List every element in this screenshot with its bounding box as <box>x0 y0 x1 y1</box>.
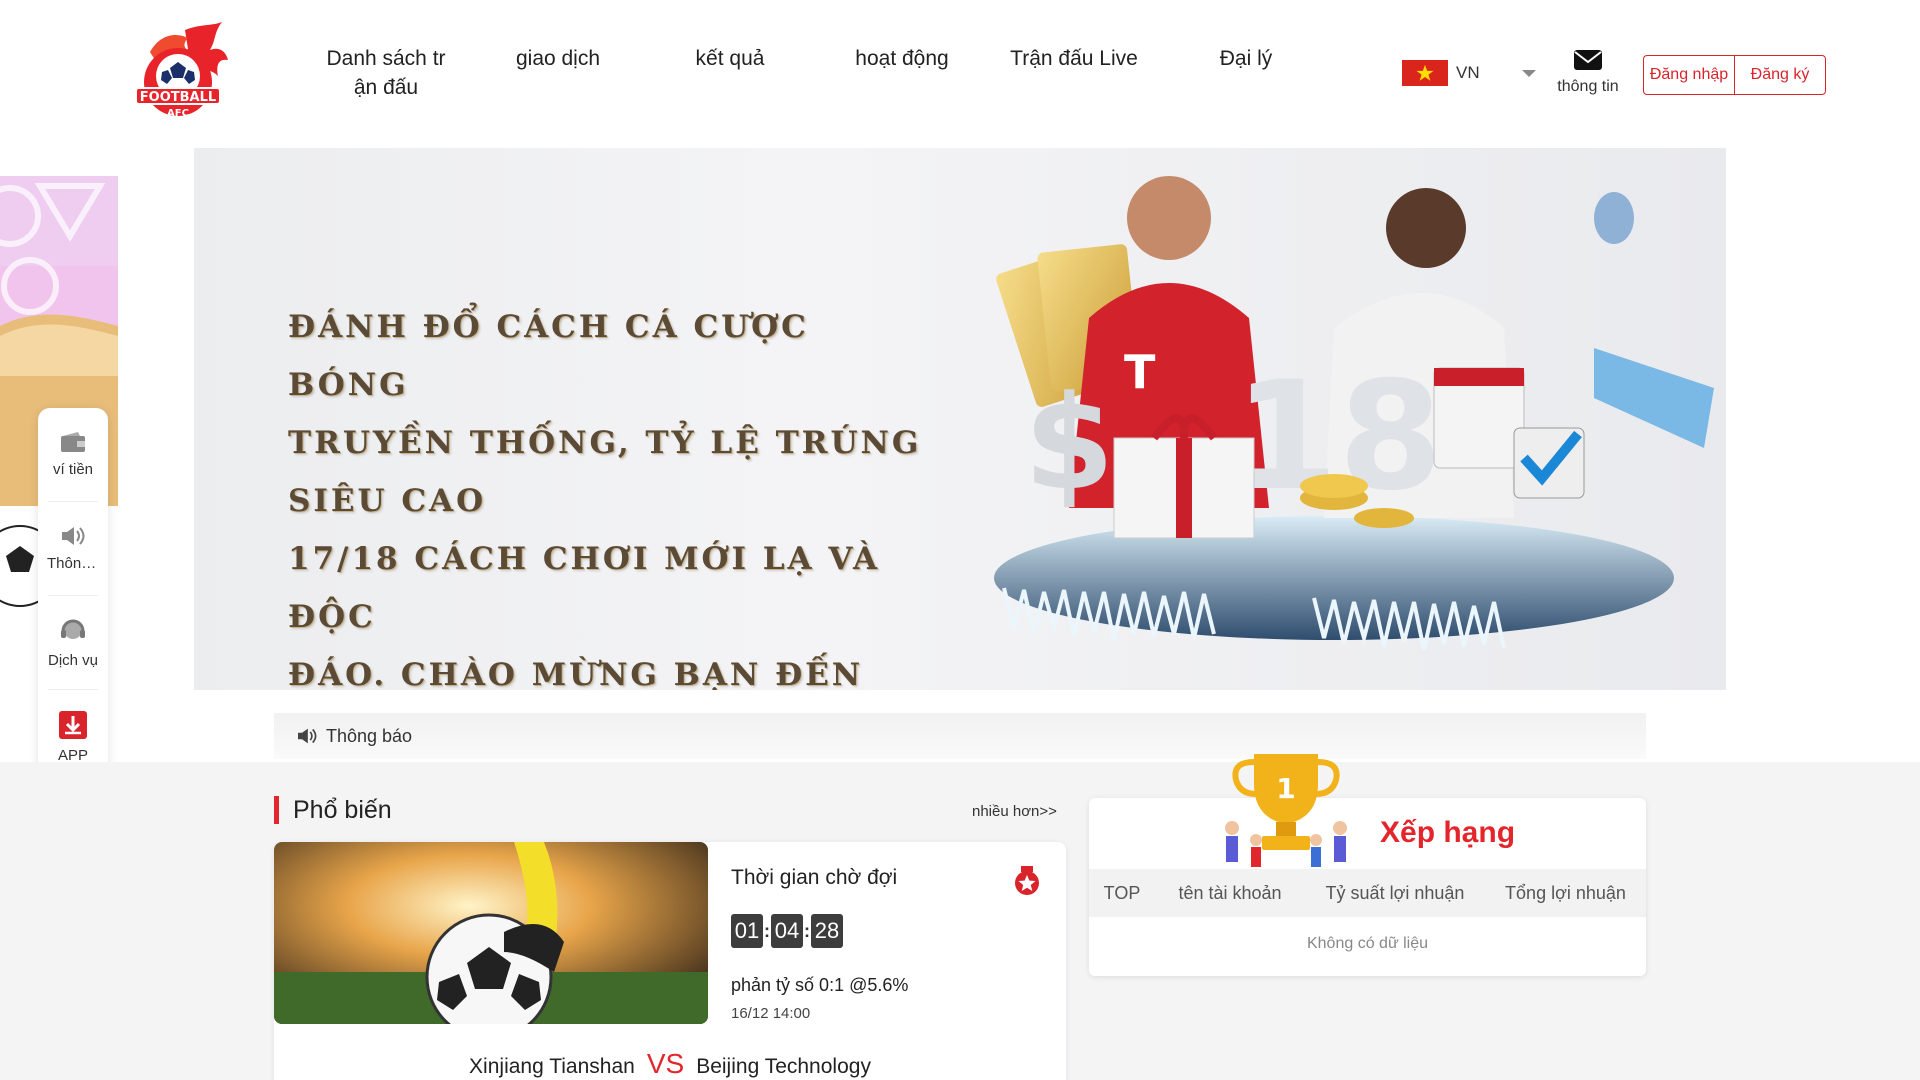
nav-live-match[interactable]: Trận đấu Live <box>988 44 1160 102</box>
nav-transactions[interactable]: giao dịch <box>472 44 644 102</box>
col-account: tên tài khoản <box>1178 882 1282 903</box>
hero-banner[interactable]: Đánh đổ cách cá cược bóng truyền thống, … <box>194 148 1726 690</box>
countdown-seconds: 28 <box>811 914 843 948</box>
banner-artwork: T $ 18 <box>994 176 1714 651</box>
nav-results[interactable]: kết quả <box>644 44 816 102</box>
home-team: Xinjiang Tianshan <box>469 1055 635 1078</box>
wallet-icon <box>61 432 85 452</box>
notice-label: Thông báo <box>326 725 413 746</box>
speaker-icon <box>62 527 85 545</box>
banner-line: truyền thống, tỷ lệ trúng siêu cao <box>288 425 922 519</box>
nav-agent[interactable]: Đại lý <box>1160 44 1332 102</box>
side-item-label: ví tiền <box>52 461 94 478</box>
nav-label: hoạt động <box>855 47 949 70</box>
match-odds: phản tỷ số 0:1 @5.6% <box>731 975 909 995</box>
svg-text:1: 1 <box>1276 772 1295 805</box>
nav-activities[interactable]: hoạt động <box>816 44 988 102</box>
svg-text:$: $ <box>1024 367 1114 519</box>
nav-label: Danh sách trận đấu <box>326 47 446 99</box>
auth-buttons: Đăng nhập Đăng ký <box>1643 55 1826 95</box>
nav-label: Đại lý <box>1219 47 1273 70</box>
match-card[interactable]: Thời gian chờ đợi 01 : 04 : 28 phản tỷ s… <box>274 842 1066 1080</box>
banner-line: đáo. Chào mừng bạn đến với AFC <box>288 657 864 690</box>
col-total-profit: Tổng lợi nhuận <box>1505 882 1626 903</box>
vietnam-flag-icon <box>1402 60 1448 86</box>
match-image <box>274 842 708 1024</box>
banner-headline: Đánh đổ cách cá cược bóng truyền thống, … <box>288 298 928 690</box>
svg-text:T: T <box>1124 345 1156 399</box>
popular-section-title: Phổ biến <box>274 796 392 824</box>
ranking-title: Xếp hạng <box>1380 816 1516 849</box>
logo-text: FOOTBALL <box>140 90 216 105</box>
wait-time-label: Thời gian chờ đợi <box>731 866 898 889</box>
afc-logo[interactable]: FOOTBALL AFC <box>130 22 230 127</box>
envelope-icon <box>1574 50 1602 70</box>
nav-label: Trận đấu Live <box>1010 47 1138 70</box>
side-item-wallet[interactable]: ví tiền <box>48 408 98 502</box>
banner-line: Đánh đổ cách cá cược bóng <box>288 309 809 403</box>
speaker-icon <box>298 728 317 744</box>
logo-sub: AFC <box>167 108 189 119</box>
banner-line: 17/18 cách chơi mới lạ và độc <box>288 541 881 635</box>
download-icon <box>59 710 87 739</box>
countdown-timer: 01 : 04 : 28 <box>731 914 843 948</box>
countdown-minutes: 04 <box>771 914 803 948</box>
nav-label: giao dịch <box>515 47 601 70</box>
ranking-empty-state: Không có dữ liệu <box>1306 935 1428 952</box>
login-button[interactable]: Đăng nhập <box>1644 56 1734 94</box>
vs-label: VS <box>646 1048 685 1079</box>
side-item-label: Dịch vụ <box>47 652 99 669</box>
messages-label: thông tin <box>1557 78 1619 95</box>
language-code: VN <box>1456 63 1480 82</box>
match-datetime: 16/12 14:00 <box>731 1005 811 1022</box>
more-link[interactable]: nhiều hơn>> <box>972 803 1057 820</box>
side-item-notice[interactable]: Thông báo <box>47 502 99 596</box>
main-nav: Danh sách trận đấu giao dịch kết quả hoạ… <box>300 44 1332 102</box>
col-top: TOP <box>1103 882 1141 903</box>
side-item-service[interactable]: Dịch vụ <box>48 596 98 690</box>
caret-down-icon <box>1521 69 1536 77</box>
countdown-colon: : <box>804 920 810 941</box>
messages-button[interactable]: thông tin <box>1552 48 1624 96</box>
side-item-label: Thông báo <box>47 555 99 572</box>
nav-label: kết quả <box>695 47 765 70</box>
countdown-colon: : <box>764 920 770 941</box>
away-team: Beijing Technology <box>696 1055 871 1078</box>
ranking-table-header: TOP tên tài khoản Tỷ suất lợi nhuận Tổng… <box>1089 869 1646 917</box>
language-selector[interactable]: VN <box>1402 60 1536 86</box>
notice-bar[interactable]: Thông báo <box>274 713 1646 759</box>
floating-side-menu: ví tiền Thông báo Dịch vụ APP <box>38 408 108 798</box>
trophy-icon: 1 <box>1225 754 1347 867</box>
col-profit-rate: Tỷ suất lợi nhuận <box>1325 882 1465 903</box>
match-teams: Xinjiang Tianshan VS Beijing Technology <box>274 1048 1066 1080</box>
favorite-badge-icon[interactable] <box>1014 866 1040 896</box>
header: FOOTBALL AFC Danh sách trận đấu giao dịc… <box>0 0 1920 145</box>
side-item-label: APP <box>57 746 88 764</box>
nav-match-list[interactable]: Danh sách trận đấu <box>300 44 472 102</box>
register-button[interactable]: Đăng ký <box>1735 56 1825 94</box>
countdown-hours: 01 <box>731 914 763 948</box>
headset-icon <box>61 619 85 639</box>
